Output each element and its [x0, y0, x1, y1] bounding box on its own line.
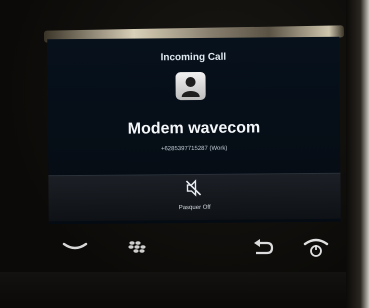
hardware-keys: [44, 238, 344, 268]
call-key-icon[interactable]: [62, 238, 88, 257]
call-action-bar[interactable]: Pasquer Off: [48, 172, 341, 222]
device-edge: [346, 0, 370, 308]
back-key-icon[interactable]: [252, 238, 274, 261]
incoming-call-screen: Incoming Call Modem wavecom +62853977152…: [47, 36, 341, 225]
screen-title: Incoming Call: [160, 51, 227, 64]
end-call-key-icon[interactable]: [302, 236, 330, 263]
caller-name: Modem wavecom: [127, 119, 261, 138]
device-keyboard-area: [0, 272, 370, 308]
mute-label: Pasquer Off: [178, 204, 211, 212]
caller-number: +6285397715287 (Work): [160, 145, 228, 153]
blackberry-menu-icon[interactable]: [128, 240, 148, 259]
contact-avatar-icon: [175, 71, 206, 101]
speaker-mute-icon[interactable]: [184, 179, 202, 202]
